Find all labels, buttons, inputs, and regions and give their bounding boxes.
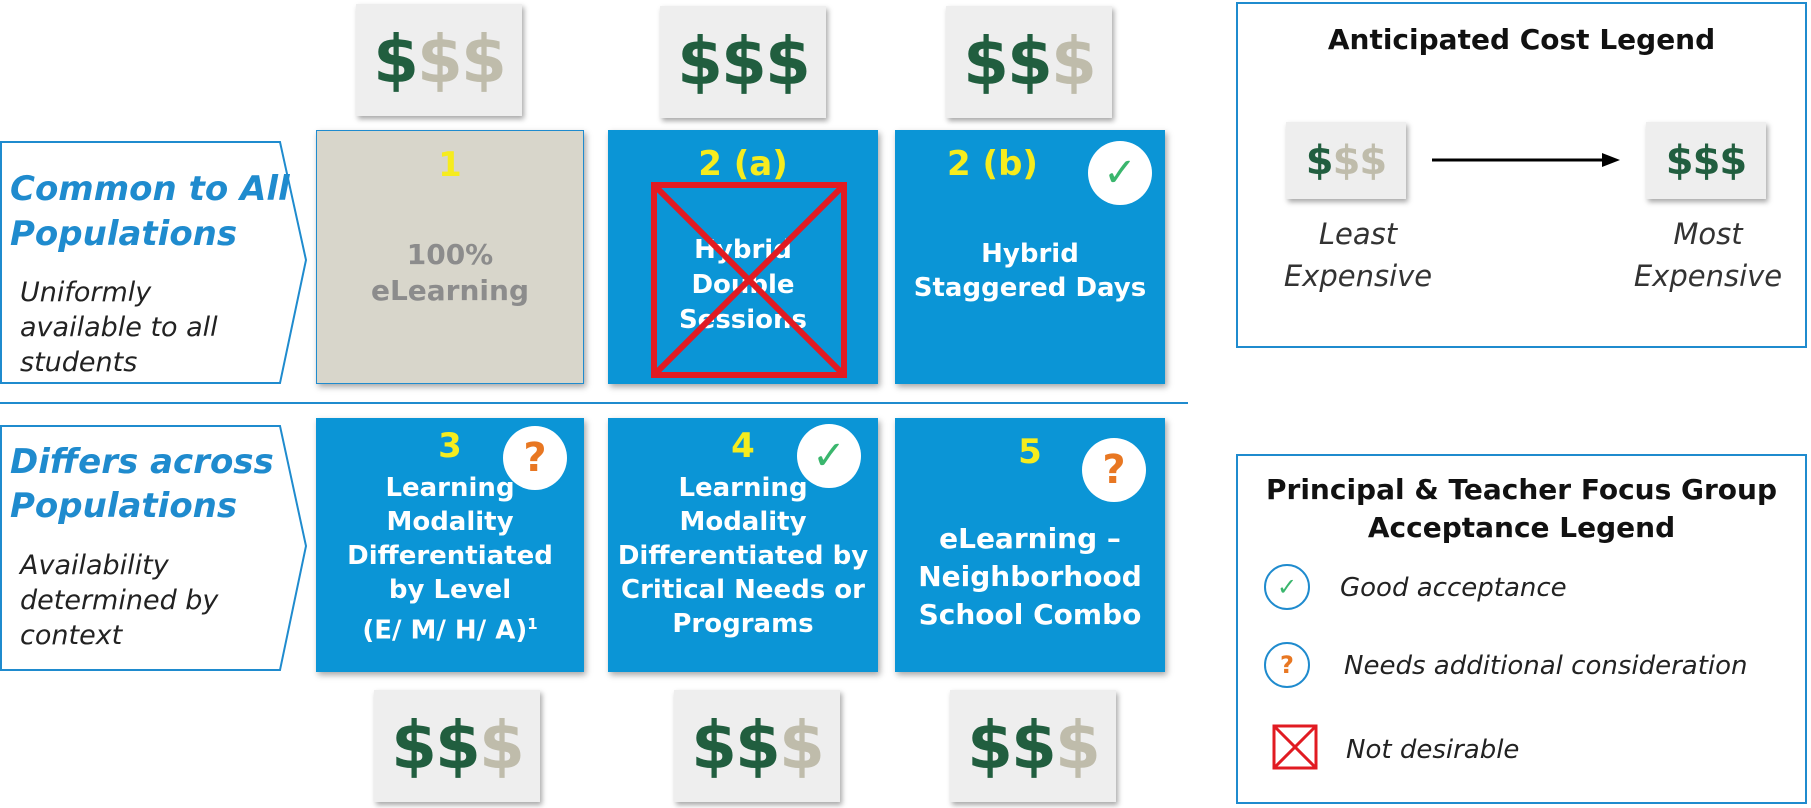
row-label-common: Common to All Populations Uniformly avai…: [0, 140, 310, 385]
option-tile-2a: 2 (a) Hybrid Double Sessions: [608, 130, 878, 384]
dollar-active-icon: $: [391, 707, 437, 784]
cost-badge-least: $ $ $: [1286, 122, 1406, 199]
cost-badge-most: $ $ $: [1646, 122, 1766, 199]
dollar-active-icon: $: [1007, 23, 1053, 100]
dollar-inactive-icon: $: [417, 21, 463, 98]
cost-legend-title: Anticipated Cost Legend: [1327, 23, 1716, 56]
check-icon: ✓: [1088, 141, 1152, 205]
cost-badge-tile-2b: $ $ $: [946, 6, 1112, 118]
dollar-active-icon: $: [373, 21, 419, 98]
option-tile-2b: 2 (b) ✓ Hybrid Staggered Days: [895, 130, 1165, 384]
dollar-active-icon: $: [721, 23, 767, 100]
row-divider: [0, 402, 1188, 404]
dollar-inactive-icon: $: [1332, 137, 1361, 184]
row-subtitle-line2: available to all: [20, 312, 218, 343]
dollar-active-icon: $: [963, 23, 1009, 100]
dollar-inactive-icon: $: [1050, 23, 1097, 100]
row-title-line1: Differs across: [10, 442, 274, 482]
check-icon: ✓: [1264, 564, 1310, 610]
option-tile-1: 1 100% eLearning: [316, 130, 584, 384]
arrow-right-icon: [1432, 153, 1620, 167]
dollar-inactive-icon: $: [478, 707, 525, 784]
cost-legend-box: Anticipated Cost Legend $ $ $ $ $ $ Least Ex…: [1236, 2, 1807, 348]
red-x-box-icon: [1272, 724, 1318, 770]
tile-label-line-last: (E/ M/ H/ A)1: [316, 608, 584, 648]
tile-label-line: Modality: [386, 507, 514, 537]
tile-label-line: eLearning: [370, 274, 530, 307]
tile-number: 2 (b): [947, 144, 1038, 184]
cost-badge-tile-4: $ $ $: [674, 690, 840, 802]
question-icon: ?: [1264, 642, 1310, 688]
tile-label-line: Learning: [385, 473, 515, 503]
cost-badge-tile-3: $ $ $: [374, 690, 540, 802]
most-expensive-line1: Most: [1673, 217, 1743, 251]
acceptance-legend-title-line1: Principal & Teacher Focus Group: [1265, 473, 1778, 506]
dollar-active-icon: $: [691, 707, 737, 784]
dollar-active-icon: $: [967, 707, 1013, 784]
dollar-active-icon: $: [1719, 137, 1747, 184]
dollar-active-icon: $: [1305, 137, 1334, 184]
tile-label-line: 100%: [406, 238, 494, 271]
cost-badge-tile-1: $ $ $: [356, 4, 522, 116]
footnote-marker: 1: [527, 615, 538, 633]
row-subtitle-line2: determined by: [20, 585, 219, 616]
tile-label-line: Learning: [678, 473, 808, 503]
tile-label-line: Hybrid: [981, 239, 1079, 269]
dollar-active-icon: $: [764, 23, 811, 100]
dollar-inactive-icon: $: [460, 21, 507, 98]
row-subtitle-line3: students: [20, 347, 138, 378]
row-subtitle-line1: Availability: [20, 550, 169, 581]
tile-number: 1: [438, 145, 462, 185]
legend-label-good: Good acceptance: [1340, 573, 1567, 603]
option-tile-4: 4 ✓ Learning Modality Differentiated by …: [608, 418, 878, 672]
row-subtitle-line3: context: [20, 620, 123, 651]
dollar-active-icon: $: [1692, 137, 1721, 184]
tile-label-line: Programs: [672, 609, 814, 639]
dollar-inactive-icon: $: [1054, 707, 1101, 784]
dollar-inactive-icon: $: [778, 707, 825, 784]
dollar-inactive-icon: $: [1359, 137, 1387, 184]
most-expensive-line2: Expensive: [1633, 259, 1783, 293]
tile-label-text: (E/ M/ H/ A): [362, 615, 528, 646]
tile-label-line: by Level: [388, 575, 512, 605]
cost-badge-tile-5: $ $ $: [950, 690, 1116, 802]
row-subtitle-line1: Uniformly: [20, 277, 152, 308]
row-title-line2: Populations: [10, 214, 238, 254]
row-title-line2: Populations: [10, 486, 238, 526]
least-expensive-line1: Least: [1318, 217, 1398, 251]
tile-label-line: Neighborhood: [918, 560, 1142, 593]
acceptance-legend-title-line2: Acceptance Legend: [1367, 511, 1676, 544]
dollar-active-icon: $: [435, 707, 481, 784]
dollar-active-icon: $: [735, 707, 781, 784]
dollar-active-icon: $: [1011, 707, 1057, 784]
option-tile-5: 5 ? eLearning – Neighborhood School Comb…: [895, 418, 1165, 672]
row-title-line1: Common to All: [10, 169, 290, 209]
tile-label-line: Differentiated by: [617, 541, 869, 571]
least-expensive-line2: Expensive: [1283, 259, 1433, 293]
tile-number: 2 (a): [698, 144, 788, 184]
cost-badge-tile-2a: $ $ $: [660, 6, 826, 118]
tile-label-line: eLearning –: [939, 522, 1121, 555]
dollar-active-icon: $: [1665, 137, 1694, 184]
legend-label-needs-consideration: Needs additional consideration: [1344, 651, 1748, 681]
tile-label-line: Staggered Days: [913, 273, 1147, 303]
not-desirable-x-icon: [651, 182, 847, 378]
tile-label-line: Modality: [679, 507, 807, 537]
tile-label-line: Differentiated: [347, 541, 553, 571]
legend-label-not-desirable: Not desirable: [1346, 735, 1520, 765]
dollar-active-icon: $: [677, 23, 723, 100]
tile-label-line: Critical Needs or: [621, 575, 865, 605]
option-tile-3: 3 ? Learning Modality Differentiated by …: [316, 418, 584, 672]
row-label-differs: Differs across Populations Availability …: [0, 424, 310, 672]
acceptance-legend-box: Principal & Teacher Focus Group Acceptan…: [1236, 454, 1807, 804]
tile-label-line: School Combo: [918, 598, 1142, 631]
question-icon: ?: [1082, 438, 1146, 502]
